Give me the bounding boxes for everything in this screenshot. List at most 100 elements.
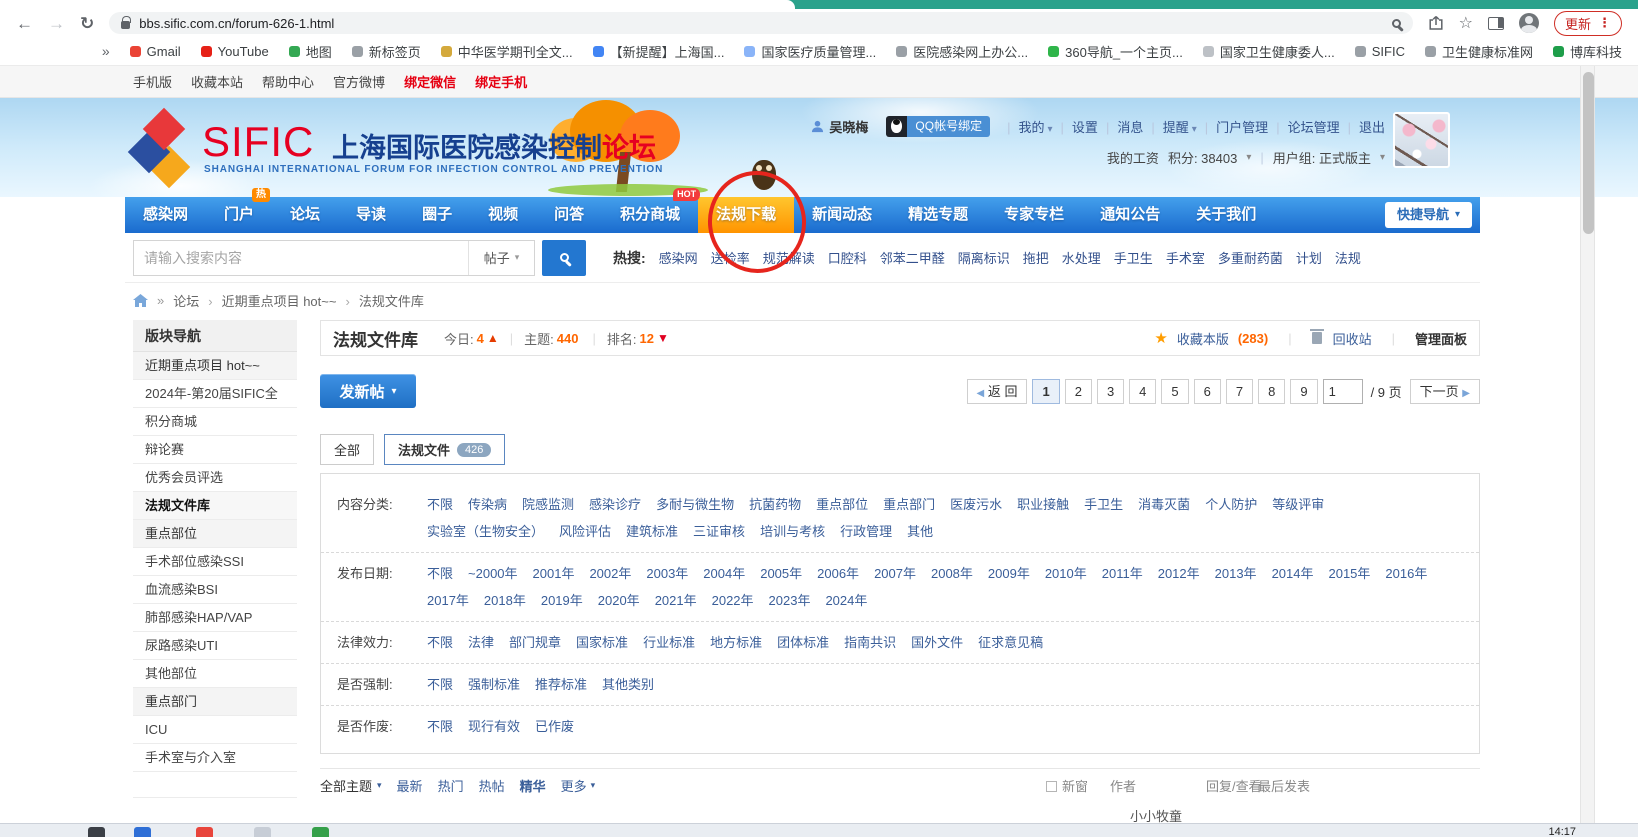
sidebar-item[interactable]: 2024年-第20届SIFIC全 <box>133 380 297 408</box>
hot-search-term[interactable]: 送检率 <box>711 248 750 267</box>
filter-option[interactable]: 其他 <box>907 518 933 545</box>
filter-option[interactable]: 强制标准 <box>468 671 520 698</box>
side-panel-icon[interactable] <box>1488 17 1504 30</box>
bookmark-label[interactable]: 博库科技 <box>1570 42 1622 61</box>
update-label[interactable]: 更新 <box>1565 14 1591 33</box>
scrollbar-thumb[interactable] <box>1583 72 1594 234</box>
utility-link[interactable]: 绑定微信 <box>404 72 456 91</box>
filter-option[interactable]: 征求意见稿 <box>978 629 1043 656</box>
utility-link[interactable]: 手机版 <box>133 72 172 91</box>
filter-option[interactable]: 推荐标准 <box>535 671 587 698</box>
bookmark-label[interactable]: 新标签页 <box>369 42 421 61</box>
filter-option[interactable]: 重点部位 <box>816 491 868 518</box>
taskbar-icon[interactable] <box>88 827 105 837</box>
new-window-toggle[interactable]: 新窗 <box>1046 776 1088 795</box>
filter-option[interactable]: 培训与考核 <box>760 518 825 545</box>
bookmark-label[interactable]: 【新提醒】上海国... <box>610 42 725 61</box>
filter-option[interactable]: 风险评估 <box>559 518 611 545</box>
filter-option[interactable]: 消毒灭菌 <box>1138 491 1190 518</box>
sidebar-item[interactable]: 其他部位 <box>133 660 297 688</box>
bookmark-label[interactable]: 国家卫生健康委人... <box>1220 42 1335 61</box>
user-menu-item[interactable]: 退出▾ <box>1340 117 1385 136</box>
filter-option[interactable]: 2013年 <box>1215 560 1257 587</box>
filter-option[interactable]: 不限 <box>427 629 453 656</box>
filter-tab[interactable]: 全部 <box>320 434 374 465</box>
filter-option[interactable]: 个人防护 <box>1205 491 1257 518</box>
filter-option[interactable]: 已作废 <box>535 713 574 740</box>
bookmark-star-icon[interactable]: ☆ <box>1459 13 1473 33</box>
taskbar-icon[interactable] <box>134 827 151 837</box>
nav-item[interactable]: 专家专栏 <box>986 197 1082 233</box>
nav-item[interactable]: 通知公告 <box>1082 197 1178 233</box>
sidebar-item[interactable]: 手术部位感染SSI <box>133 548 297 576</box>
page-number[interactable]: 5 <box>1161 379 1188 404</box>
hot-search-term[interactable]: 邻苯二甲醛 <box>880 248 945 267</box>
hot-search-term[interactable]: 多重耐药菌 <box>1218 248 1283 267</box>
filter-option[interactable]: 2012年 <box>1158 560 1200 587</box>
filter-option[interactable]: 国家标准 <box>576 629 628 656</box>
sidebar-item[interactable]: 重点部位 <box>133 520 297 548</box>
breadcrumb-item[interactable]: 近期重点项目 hot~~ <box>199 291 336 310</box>
user-menu-item[interactable]: 我的▾ <box>999 117 1052 136</box>
filter-option[interactable]: 国外文件 <box>911 629 963 656</box>
filter-option[interactable]: 2023年 <box>769 587 811 614</box>
sidebar-item[interactable]: 血流感染BSI <box>133 576 297 604</box>
sidebar-item[interactable]: 法规文件库 <box>133 492 297 520</box>
sidebar-item[interactable]: 积分商城 <box>133 408 297 436</box>
filter-option[interactable]: 团体标准 <box>777 629 829 656</box>
qq-bind-button[interactable]: QQ帐号绑定 <box>886 116 990 137</box>
nav-item[interactable]: 论坛 <box>272 197 338 233</box>
filter-option[interactable]: 职业接触 <box>1017 491 1069 518</box>
bookmark-item[interactable]: Gmail <box>130 44 181 59</box>
recycle-link[interactable]: 回收站 <box>1333 329 1372 348</box>
search-input[interactable] <box>134 241 468 275</box>
admin-panel-link[interactable]: 管理面板 <box>1415 329 1467 348</box>
menu-dots-icon[interactable]: ⋮ <box>1598 15 1611 31</box>
sort-link[interactable]: 热门 <box>438 776 464 795</box>
utility-link[interactable]: 收藏本站 <box>191 72 243 91</box>
hot-search-term[interactable]: 法规 <box>1335 248 1361 267</box>
bookmark-item[interactable]: 360导航_一个主页... <box>1048 42 1183 61</box>
bookmark-item[interactable]: 【新提醒】上海国... <box>593 42 725 61</box>
wage-link[interactable]: 我的工资 <box>1107 148 1159 167</box>
hot-search-term[interactable]: 拖把 <box>1023 248 1049 267</box>
page-number[interactable]: 8 <box>1258 379 1285 404</box>
sidebar-item[interactable]: 肺部感染HAP/VAP <box>133 604 297 632</box>
bookmark-label[interactable]: SIFIC <box>1372 44 1405 59</box>
url-bar[interactable]: bbs.sific.com.cn/forum-626-1.html <box>109 12 1412 34</box>
filter-option[interactable]: 2016年 <box>1385 560 1427 587</box>
page-number[interactable]: 7 <box>1226 379 1253 404</box>
filter-option[interactable]: 不限 <box>427 713 453 740</box>
nav-item[interactable]: 精选专题 <box>890 197 986 233</box>
bookmark-item[interactable]: 国家卫生健康委人... <box>1203 42 1335 61</box>
user-menu-item[interactable]: 提醒▾ <box>1143 117 1196 136</box>
filter-option[interactable]: 传染病 <box>468 491 507 518</box>
bookmark-item[interactable]: 中华医学期刊全文... <box>441 42 573 61</box>
filter-option[interactable]: 2004年 <box>703 560 745 587</box>
filter-option[interactable]: 不限 <box>427 671 453 698</box>
checkbox-icon[interactable] <box>1046 781 1057 792</box>
filter-option[interactable]: 法律 <box>468 629 494 656</box>
hot-search-term[interactable]: 口腔科 <box>828 248 867 267</box>
user-menu-item[interactable]: 消息▾ <box>1098 117 1143 136</box>
taskbar-icon[interactable] <box>312 827 329 837</box>
sidebar-item[interactable]: 尿路感染UTI <box>133 632 297 660</box>
filter-option[interactable]: 2007年 <box>874 560 916 587</box>
filter-option[interactable]: 2014年 <box>1272 560 1314 587</box>
user-menu-item[interactable]: 设置▾ <box>1053 117 1098 136</box>
sort-link[interactable]: 热帖 <box>479 776 505 795</box>
bookmarks-overflow-icon[interactable]: » <box>102 43 110 59</box>
filter-option[interactable]: 2015年 <box>1328 560 1370 587</box>
bookmark-label[interactable]: Gmail <box>147 44 181 59</box>
back-button[interactable]: ◀ 返 回 <box>967 379 1028 404</box>
taskbar-icon[interactable] <box>196 827 213 837</box>
page-number[interactable]: 3 <box>1097 379 1124 404</box>
filter-option[interactable]: 重点部门 <box>883 491 935 518</box>
search-button[interactable] <box>542 240 586 276</box>
update-button[interactable]: 更新 ⋮ <box>1554 11 1622 36</box>
nav-item[interactable]: 视频 <box>470 197 536 233</box>
credits[interactable]: 积分: 38403 <box>1168 148 1237 167</box>
filter-option[interactable]: 手卫生 <box>1084 491 1123 518</box>
bookmark-item[interactable]: 国家医疗质量管理... <box>744 42 876 61</box>
page-number[interactable]: 9 <box>1290 379 1317 404</box>
